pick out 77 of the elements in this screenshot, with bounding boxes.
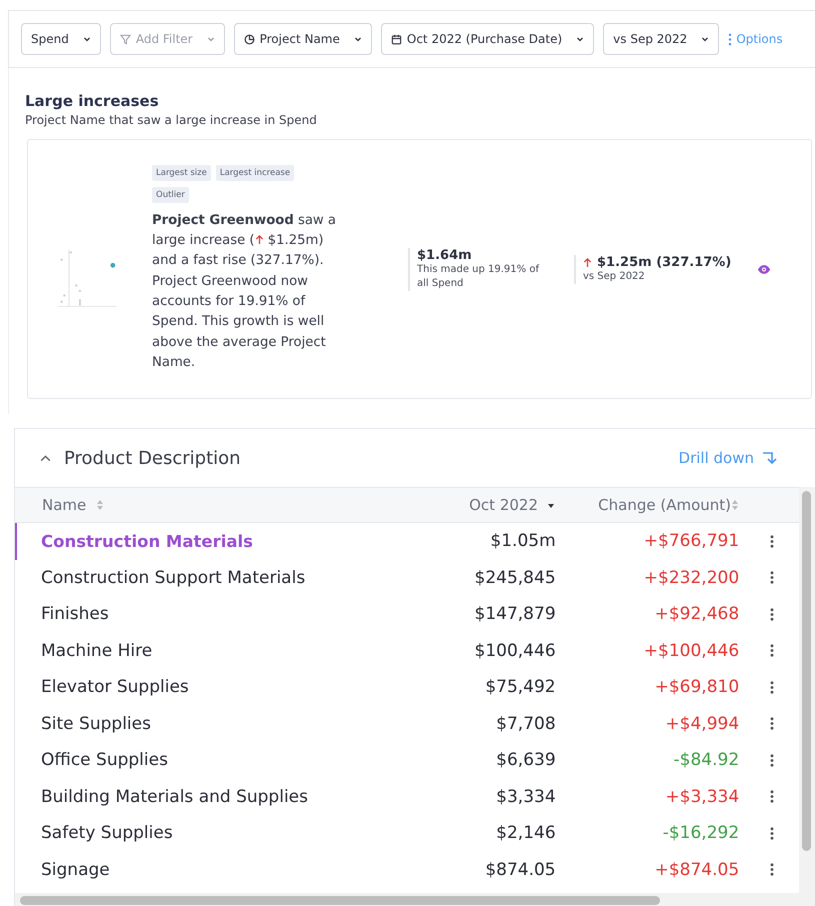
tag-label: Outlier	[152, 186, 189, 203]
more-icon[interactable]	[770, 862, 774, 878]
more-icon[interactable]	[770, 826, 774, 841]
table-row[interactable]: Finishes $147,879 +$92,468	[15, 596, 799, 632]
more-icon[interactable]	[770, 716, 774, 732]
table-cell: Safety Supplies	[41, 823, 173, 844]
table-row[interactable]: Machine Hire $100,446 +$100,446	[15, 632, 799, 669]
table-cell: +$100,446	[644, 640, 740, 661]
tag-label: Largest size	[152, 164, 211, 181]
table-cell: $147,879	[474, 604, 556, 624]
table-cell: $1.05m	[490, 531, 556, 552]
more-icon[interactable]	[770, 789, 774, 804]
table-cell: Elevator Supplies	[41, 677, 189, 698]
table-cell: +$3,334	[665, 786, 740, 807]
pie-chart-icon	[244, 34, 255, 44]
more-icon[interactable]	[770, 752, 774, 768]
horizontal-scrollbar[interactable]	[20, 896, 660, 904]
table-cell: Construction Materials	[41, 532, 253, 551]
change-note: vs Sep 2022	[583, 270, 646, 284]
table-cell: Office Supplies	[41, 750, 168, 770]
vertical-scrollbar[interactable]	[802, 491, 811, 851]
table-cell: Site Supplies	[41, 714, 151, 734]
more-icon[interactable]	[770, 680, 774, 695]
column-header[interactable]: Oct 2022	[469, 496, 538, 514]
table-cell: $7,708	[496, 714, 556, 734]
table-cell: +$69,810	[654, 677, 740, 698]
table-cell: Construction Support Materials	[41, 568, 306, 588]
table-cell: Building Materials and Supplies	[41, 786, 308, 807]
table-cell: +$874.05	[654, 860, 740, 880]
column-header[interactable]: Change (Amount)	[598, 496, 731, 514]
more-icon	[728, 32, 732, 46]
table-row[interactable]: Office Supplies $6,639 -$84.92	[15, 742, 799, 778]
filter-dropdown[interactable]: Project Name	[234, 23, 372, 55]
table-row[interactable]: Site Supplies $7,708 +$4,994	[15, 706, 799, 742]
more-icon[interactable]	[770, 606, 774, 622]
insight-summary: Project Greenwood saw a large increase ( $1.25m) and a fast rise (327.17%). Project Greenwood now accounts for 19.91% of Spend. This growth is well above the average Project Name.	[152, 212, 337, 372]
arrow-down-icon	[761, 450, 777, 466]
column-header[interactable]: Name	[42, 496, 86, 514]
tag-label: Largest increase	[216, 164, 294, 181]
table-cell: $100,446	[474, 640, 556, 661]
table-row[interactable]: Safety Supplies $2,146 -$16,292	[15, 815, 799, 852]
arrow-up-icon	[583, 256, 592, 268]
total-note: This made up 19.91% of all Spend	[417, 262, 540, 290]
table-cell: $75,492	[485, 677, 556, 698]
table-cell: Machine Hire	[41, 640, 152, 661]
table-cell: $874.05	[485, 860, 556, 880]
more-icon[interactable]	[770, 534, 774, 549]
section-toggle[interactable]: Product Description	[39, 448, 241, 468]
table-cell: -$84.92	[674, 750, 740, 770]
table-row[interactable]: Construction Support Materials $245,845 +$232,200	[15, 560, 799, 596]
section-title: Large increases	[25, 92, 160, 110]
table-cell: +$4,994	[665, 714, 740, 734]
calendar-icon	[390, 34, 402, 44]
filter-icon	[120, 34, 131, 44]
filter-dropdown[interactable]: Oct 2022 (Purchase Date)	[380, 23, 594, 55]
table-cell: $3,334	[496, 786, 556, 807]
table-cell: +$232,200	[644, 568, 740, 588]
table-cell: $6,639	[496, 750, 556, 770]
eye-icon[interactable]	[757, 264, 771, 274]
table-cell: Signage	[41, 860, 110, 880]
table-cell: $2,146	[496, 823, 556, 844]
table-row[interactable]: Signage $874.05 +$874.05	[15, 852, 799, 888]
more-icon[interactable]	[770, 570, 774, 586]
table-cell: -$16,292	[662, 823, 740, 844]
section-subtitle: Project Name that saw a large increase in Spend	[25, 113, 318, 127]
table-cell: +$766,791	[644, 531, 740, 552]
more-icon[interactable]	[770, 643, 774, 658]
table-cell: +$92,468	[654, 604, 740, 624]
table-row[interactable]: Elevator Supplies $75,492 +$69,810	[15, 669, 799, 706]
table-cell: $245,845	[474, 568, 556, 588]
table-cell: Finishes	[41, 604, 109, 624]
filter-dropdown[interactable]: vs Sep 2022	[603, 23, 720, 55]
filter-dropdown[interactable]: Spend	[21, 23, 101, 55]
total-value: $1.64m	[417, 248, 473, 262]
change-value: $1.25m (327.17%)	[597, 254, 732, 270]
table-row[interactable]: Building Materials and Supplies $3,334 +$3,334	[15, 778, 799, 815]
arrow-up-icon	[254, 234, 264, 246]
